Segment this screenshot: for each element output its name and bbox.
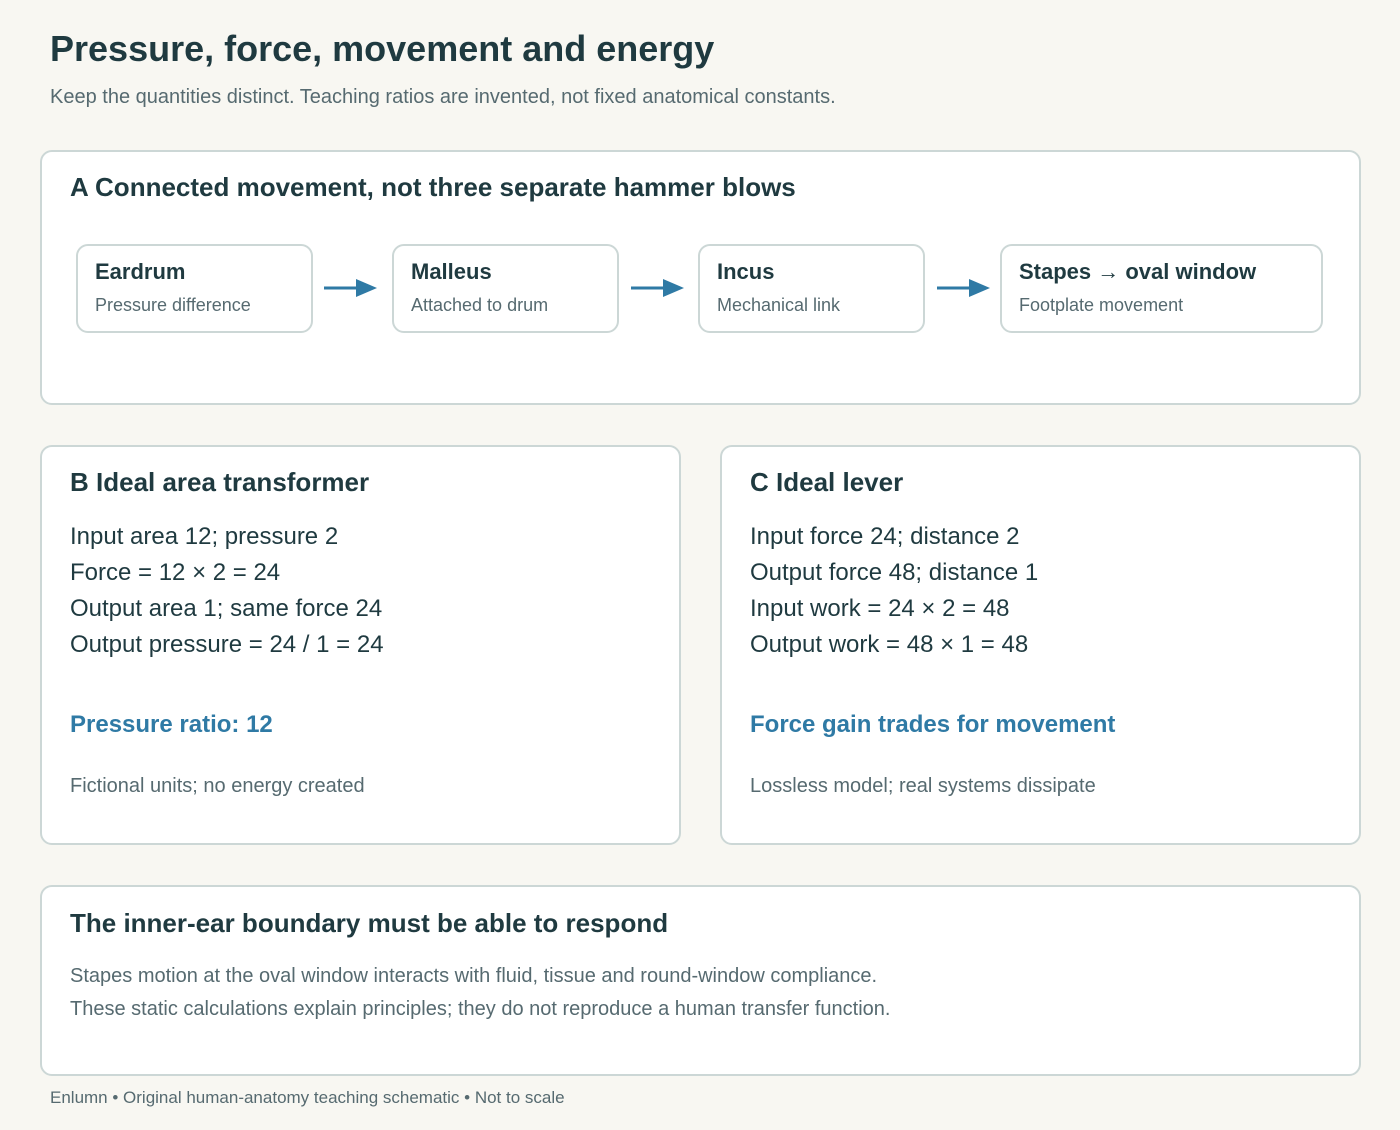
calc-line: Output pressure = 24 / 1 = 24: [70, 631, 384, 658]
chain-box-incus: Incus Mechanical link: [698, 244, 925, 333]
area-calculation: Input area 12; pressure 2 Force = 12 × 2…: [70, 519, 384, 663]
chain-label-eardrum: Eardrum: [95, 259, 186, 284]
chain-label-malleus: Malleus: [411, 259, 492, 284]
chain-desc-eardrum: Pressure difference: [95, 295, 251, 315]
calc-line: Input force 24; distance 2: [750, 523, 1020, 550]
arrow-right-icon: [324, 279, 377, 297]
chain-label-stapes: Stapes → oval window: [1019, 259, 1257, 284]
calc-line: Output area 1; same force 24: [70, 595, 383, 622]
panel-b-note: Fictional units; no energy created: [70, 775, 365, 797]
calc-line: Output work = 48 × 1 = 48: [750, 631, 1029, 658]
panel-ideal-lever: C Ideal lever Input force 24; distance 2…: [720, 445, 1361, 845]
boundary-line: These static calculations explain princi…: [70, 998, 891, 1020]
chain-desc-malleus: Attached to drum: [411, 295, 549, 315]
chain-desc-stapes: Footplate movement: [1019, 295, 1184, 315]
force-gain-highlight: Force gain trades for movement: [750, 711, 1116, 738]
page-title: Pressure, force, movement and energy: [50, 28, 715, 69]
panel-c-note: Lossless model; real systems dissipate: [750, 775, 1096, 797]
lever-calculation: Input force 24; distance 2 Output force …: [750, 519, 1038, 663]
calc-line: Input area 12; pressure 2: [70, 523, 339, 550]
panel-area-transformer: B Ideal area transformer Input area 12; …: [40, 445, 681, 845]
chain-box-malleus: Malleus Attached to drum: [392, 244, 619, 333]
chain-box-stapes: Stapes → oval window Footplate movement: [1000, 244, 1323, 333]
page-subtitle: Keep the quantities distinct. Teaching r…: [50, 86, 836, 108]
calc-line: Input work = 24 × 2 = 48: [750, 595, 1010, 622]
panel-b-title: B Ideal area transformer: [70, 467, 370, 497]
panel-d-title: The inner-ear boundary must be able to r…: [70, 908, 669, 938]
panel-connected-movement: A Connected movement, not three separate…: [40, 150, 1361, 405]
chain-box-eardrum: Eardrum Pressure difference: [76, 244, 313, 333]
boundary-explanation: Stapes motion at the oval window interac…: [70, 960, 890, 1026]
pressure-ratio-highlight: Pressure ratio: 12: [70, 711, 273, 738]
chain-desc-incus: Mechanical link: [717, 295, 841, 315]
panel-inner-ear-boundary: The inner-ear boundary must be able to r…: [40, 885, 1361, 1076]
boundary-line: Stapes motion at the oval window interac…: [70, 965, 878, 987]
arrow-right-icon: [631, 279, 684, 297]
panel-a-title: A Connected movement, not three separate…: [70, 172, 796, 202]
calc-line: Force = 12 × 2 = 24: [70, 559, 281, 586]
footer-credit: Enlumn • Original human-anatomy teaching…: [50, 1088, 565, 1107]
arrow-right-icon: [937, 279, 990, 297]
calc-line: Output force 48; distance 1: [750, 559, 1039, 586]
panel-c-title: C Ideal lever: [750, 467, 904, 497]
chain-label-incus: Incus: [717, 259, 775, 284]
